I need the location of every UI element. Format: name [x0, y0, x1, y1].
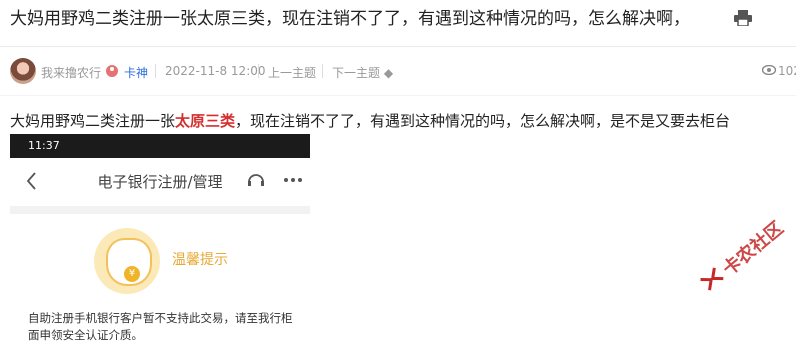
- next-topic-link[interactable]: 下一主题 ◆: [332, 64, 393, 81]
- separator: [258, 64, 259, 78]
- coin-icon: ¥: [124, 266, 140, 282]
- mascot-image: ¥: [94, 228, 160, 294]
- view-count: 102: [778, 64, 796, 78]
- post-title: 大妈用野鸡二类注册一张太原三类，现在注销不了了，有遇到这种情况的吗，怎么解决啊，: [10, 9, 690, 29]
- tip-title: 温馨提示: [172, 252, 228, 268]
- app-content: ¥ 温馨提示 自助注册手机银行客户暂不支持此交易，请至我行柜面申领安全认证介质。: [10, 206, 310, 364]
- watermark: 卡农社区: [690, 199, 796, 316]
- print-icon[interactable]: [734, 10, 752, 26]
- post-date: 2022-11-8 12:00: [165, 64, 266, 78]
- eye-icon: [762, 65, 776, 75]
- body-text-start: 大妈用野鸡二类注册一张: [10, 112, 176, 130]
- separator: [155, 64, 156, 78]
- status-time: 11:37: [28, 139, 60, 152]
- more-icon[interactable]: [282, 170, 304, 190]
- separator: [322, 64, 323, 78]
- divider: [0, 95, 796, 96]
- body-highlight: 太原三类: [175, 112, 236, 130]
- prev-topic-link[interactable]: 上一主题: [268, 64, 316, 81]
- divider: [0, 46, 796, 47]
- avatar[interactable]: [10, 58, 36, 84]
- post-body: 大妈用野鸡二类注册一张太原三类，现在注销不了了，有遇到这种情况的吗，怎么解决啊，…: [10, 108, 730, 134]
- watermark-text: 卡农社区: [718, 217, 788, 281]
- badge-icon: [106, 65, 118, 77]
- status-bar: 11:37: [10, 134, 310, 158]
- headset-icon[interactable]: [246, 170, 266, 190]
- notice-text: 自助注册手机银行客户暂不支持此交易，请至我行柜面申领安全认证介质。: [28, 311, 293, 342]
- post-meta: 我来撸农行 卡神 2022-11-8 12:00 上一主题 下一主题 ◆ 102: [10, 56, 796, 86]
- author-name[interactable]: 我来撸农行: [41, 64, 101, 81]
- app-header: 电子银行注册/管理: [10, 158, 310, 206]
- phone-screenshot: 11:37 电子银行注册/管理 ¥ 温馨提示 自助注册手机银行客户暂不支持此交易…: [10, 134, 310, 364]
- body-text-end: ，现在注销不了了，有遇到这种情况的吗，怎么解决啊，是不是又要去柜台: [235, 112, 731, 130]
- author-role: 卡神: [124, 66, 149, 80]
